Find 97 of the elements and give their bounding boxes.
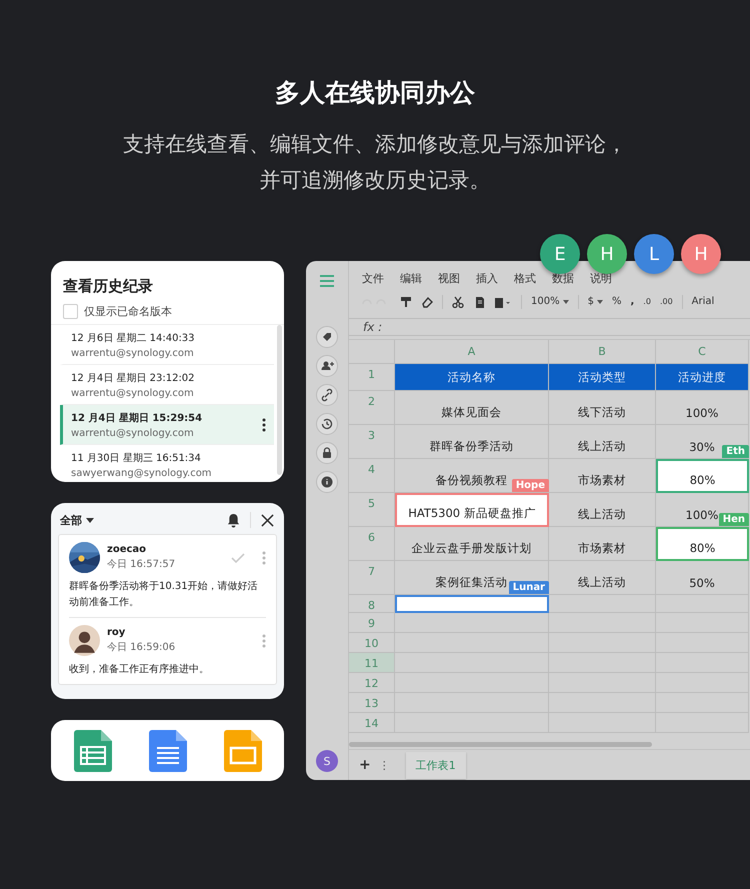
table-cell: 50% (656, 561, 749, 595)
menu-item[interactable]: 视图 (438, 271, 460, 290)
table-cell: 线下活动 (549, 391, 656, 425)
row-header[interactable]: 4 (349, 459, 395, 493)
paste-icon[interactable] (494, 296, 512, 308)
collaborator-tag: Eth (722, 445, 749, 458)
version-user: warrentu@synology.com (71, 388, 195, 398)
scrollbar[interactable] (277, 325, 282, 475)
collaborator-avatar[interactable]: L (634, 234, 674, 274)
info-icon[interactable] (316, 471, 338, 493)
table-cell: 线上活动 (549, 425, 656, 459)
check-icon[interactable] (231, 552, 245, 562)
comment-text: 收到，准备工作正有序推进中。 (69, 662, 210, 677)
filter-dropdown[interactable]: 全部 (60, 512, 217, 528)
font-dropdown[interactable]: Arial (692, 296, 714, 307)
table-cell: 线上活动 (549, 493, 656, 527)
spreadsheet-icon[interactable] (74, 730, 112, 772)
table-cell: 活动进度 (656, 364, 749, 391)
comma-button[interactable]: , (630, 296, 634, 307)
row-header[interactable]: 6 (349, 527, 395, 561)
zoom-dropdown[interactable]: 100% (531, 296, 569, 307)
document-icon[interactable] (148, 730, 186, 772)
collaborator-tag: Lunar (508, 581, 549, 594)
add-user-icon[interactable] (316, 355, 338, 377)
row-header[interactable]: 3 (349, 425, 395, 459)
close-icon[interactable] (261, 514, 274, 526)
table-cell: 活动类型 (549, 364, 656, 391)
table-cell: 媒体见面会 (395, 391, 549, 425)
version-user: sawyerwang@synology.com (71, 468, 213, 478)
checkbox-label: 仅显示已命名版本 (84, 304, 172, 319)
version-user: warrentu@synology.com (71, 348, 195, 358)
version-item[interactable]: 12 月4日 星期日 15:29:54 warrentu@synology.com (60, 405, 274, 445)
collaborator-tag: Hen (718, 513, 749, 526)
table-cell: 企业云盘手册发版计划 (395, 527, 549, 561)
version-item[interactable]: 12 月6日 星期二 14:40:33 warrentu@synology.com (60, 325, 274, 365)
collaborator-avatar[interactable]: H (587, 234, 627, 274)
row-header[interactable]: 9 (349, 613, 395, 633)
row-header[interactable]: 14 (349, 713, 395, 733)
percent-button[interactable]: % (612, 296, 622, 307)
cut-icon[interactable] (452, 296, 464, 308)
paint-format-icon[interactable] (400, 296, 412, 308)
increase-decimal-button[interactable]: .00 (660, 297, 673, 306)
scrollbar[interactable] (349, 742, 652, 747)
avatar-icon (69, 625, 100, 656)
collaborator-avatar[interactable]: H (681, 234, 721, 274)
table-cell: 100% (656, 391, 749, 425)
menu-item[interactable]: 文件 (362, 271, 384, 290)
menu-item[interactable]: 格式 (514, 271, 536, 290)
comment-author: zoecao (107, 544, 148, 555)
subtitle: 并可追溯修改历史记录。 (260, 167, 490, 194)
headline: 多人在线协同办公 (274, 77, 476, 109)
version-item[interactable]: 11 月30日 星期三 16:51:34 sawyerwang@synology.com (60, 445, 274, 482)
formula-label: fx : (363, 320, 382, 334)
bell-icon[interactable] (227, 512, 240, 528)
decrease-decimal-button[interactable]: .0 (643, 297, 651, 306)
caret-icon (86, 518, 94, 522)
row-header[interactable]: 2 (349, 391, 395, 425)
history-icon[interactable] (316, 413, 338, 435)
tag-icon[interactable] (316, 326, 338, 348)
table-cell: 活动名称 (395, 364, 549, 391)
table-cell: 群晖备份季活动 (395, 425, 549, 459)
comment-author: roy (107, 627, 126, 638)
collaborator-avatar[interactable]: E (540, 234, 580, 274)
copy-icon[interactable] (473, 296, 485, 308)
currency-dropdown[interactable]: $ (588, 296, 603, 307)
row-header[interactable]: 11 (349, 653, 395, 673)
row-header[interactable]: 13 (349, 693, 395, 713)
caret-icon (562, 300, 569, 304)
user-avatar[interactable]: S (316, 750, 338, 772)
version-user: warrentu@synology.com (71, 428, 195, 438)
table-cell: 线上活动 (549, 561, 656, 595)
add-sheet-button[interactable]: + (359, 757, 371, 773)
comment-time: 今日 16:57:57 (107, 558, 176, 571)
row-header[interactable]: 7 (349, 561, 395, 595)
menu-item[interactable]: 说明 (590, 271, 612, 290)
card-title: 查看历史纪录 (62, 276, 154, 297)
version-date: 12 月4日 星期日 23:12:02 (71, 372, 196, 384)
subtitle: 支持在线查看、编辑文件、添加修改意见与添加评论， (123, 131, 627, 158)
formula-bar[interactable]: fx : (349, 318, 750, 336)
checkbox[interactable] (63, 304, 78, 319)
link-icon[interactable] (316, 384, 338, 406)
eraser-icon[interactable] (421, 296, 433, 308)
menu-item[interactable]: 编辑 (400, 271, 422, 290)
version-date: 12 月6日 星期二 14:40:33 (71, 332, 196, 344)
more-icon[interactable] (262, 418, 266, 432)
comment-time: 今日 16:59:06 (107, 641, 176, 654)
collaborator-tag: Hope (512, 479, 549, 492)
sheet-tab[interactable]: 工作表1 (406, 752, 466, 778)
version-date: 11 月30日 星期三 16:51:34 (71, 452, 202, 464)
lock-icon[interactable] (316, 442, 338, 464)
row-header[interactable]: 12 (349, 673, 395, 693)
caret-icon (596, 300, 603, 304)
version-date: 12 月4日 星期日 15:29:54 (71, 412, 204, 424)
menu-item[interactable]: 数据 (552, 271, 574, 290)
comment-text: 群晖备份季活动将于10.31开始，请做好活动前准备工作。 (69, 580, 259, 610)
sheet-menu-button[interactable]: ⋮ (378, 758, 390, 772)
menu-item[interactable]: 插入 (476, 271, 498, 290)
